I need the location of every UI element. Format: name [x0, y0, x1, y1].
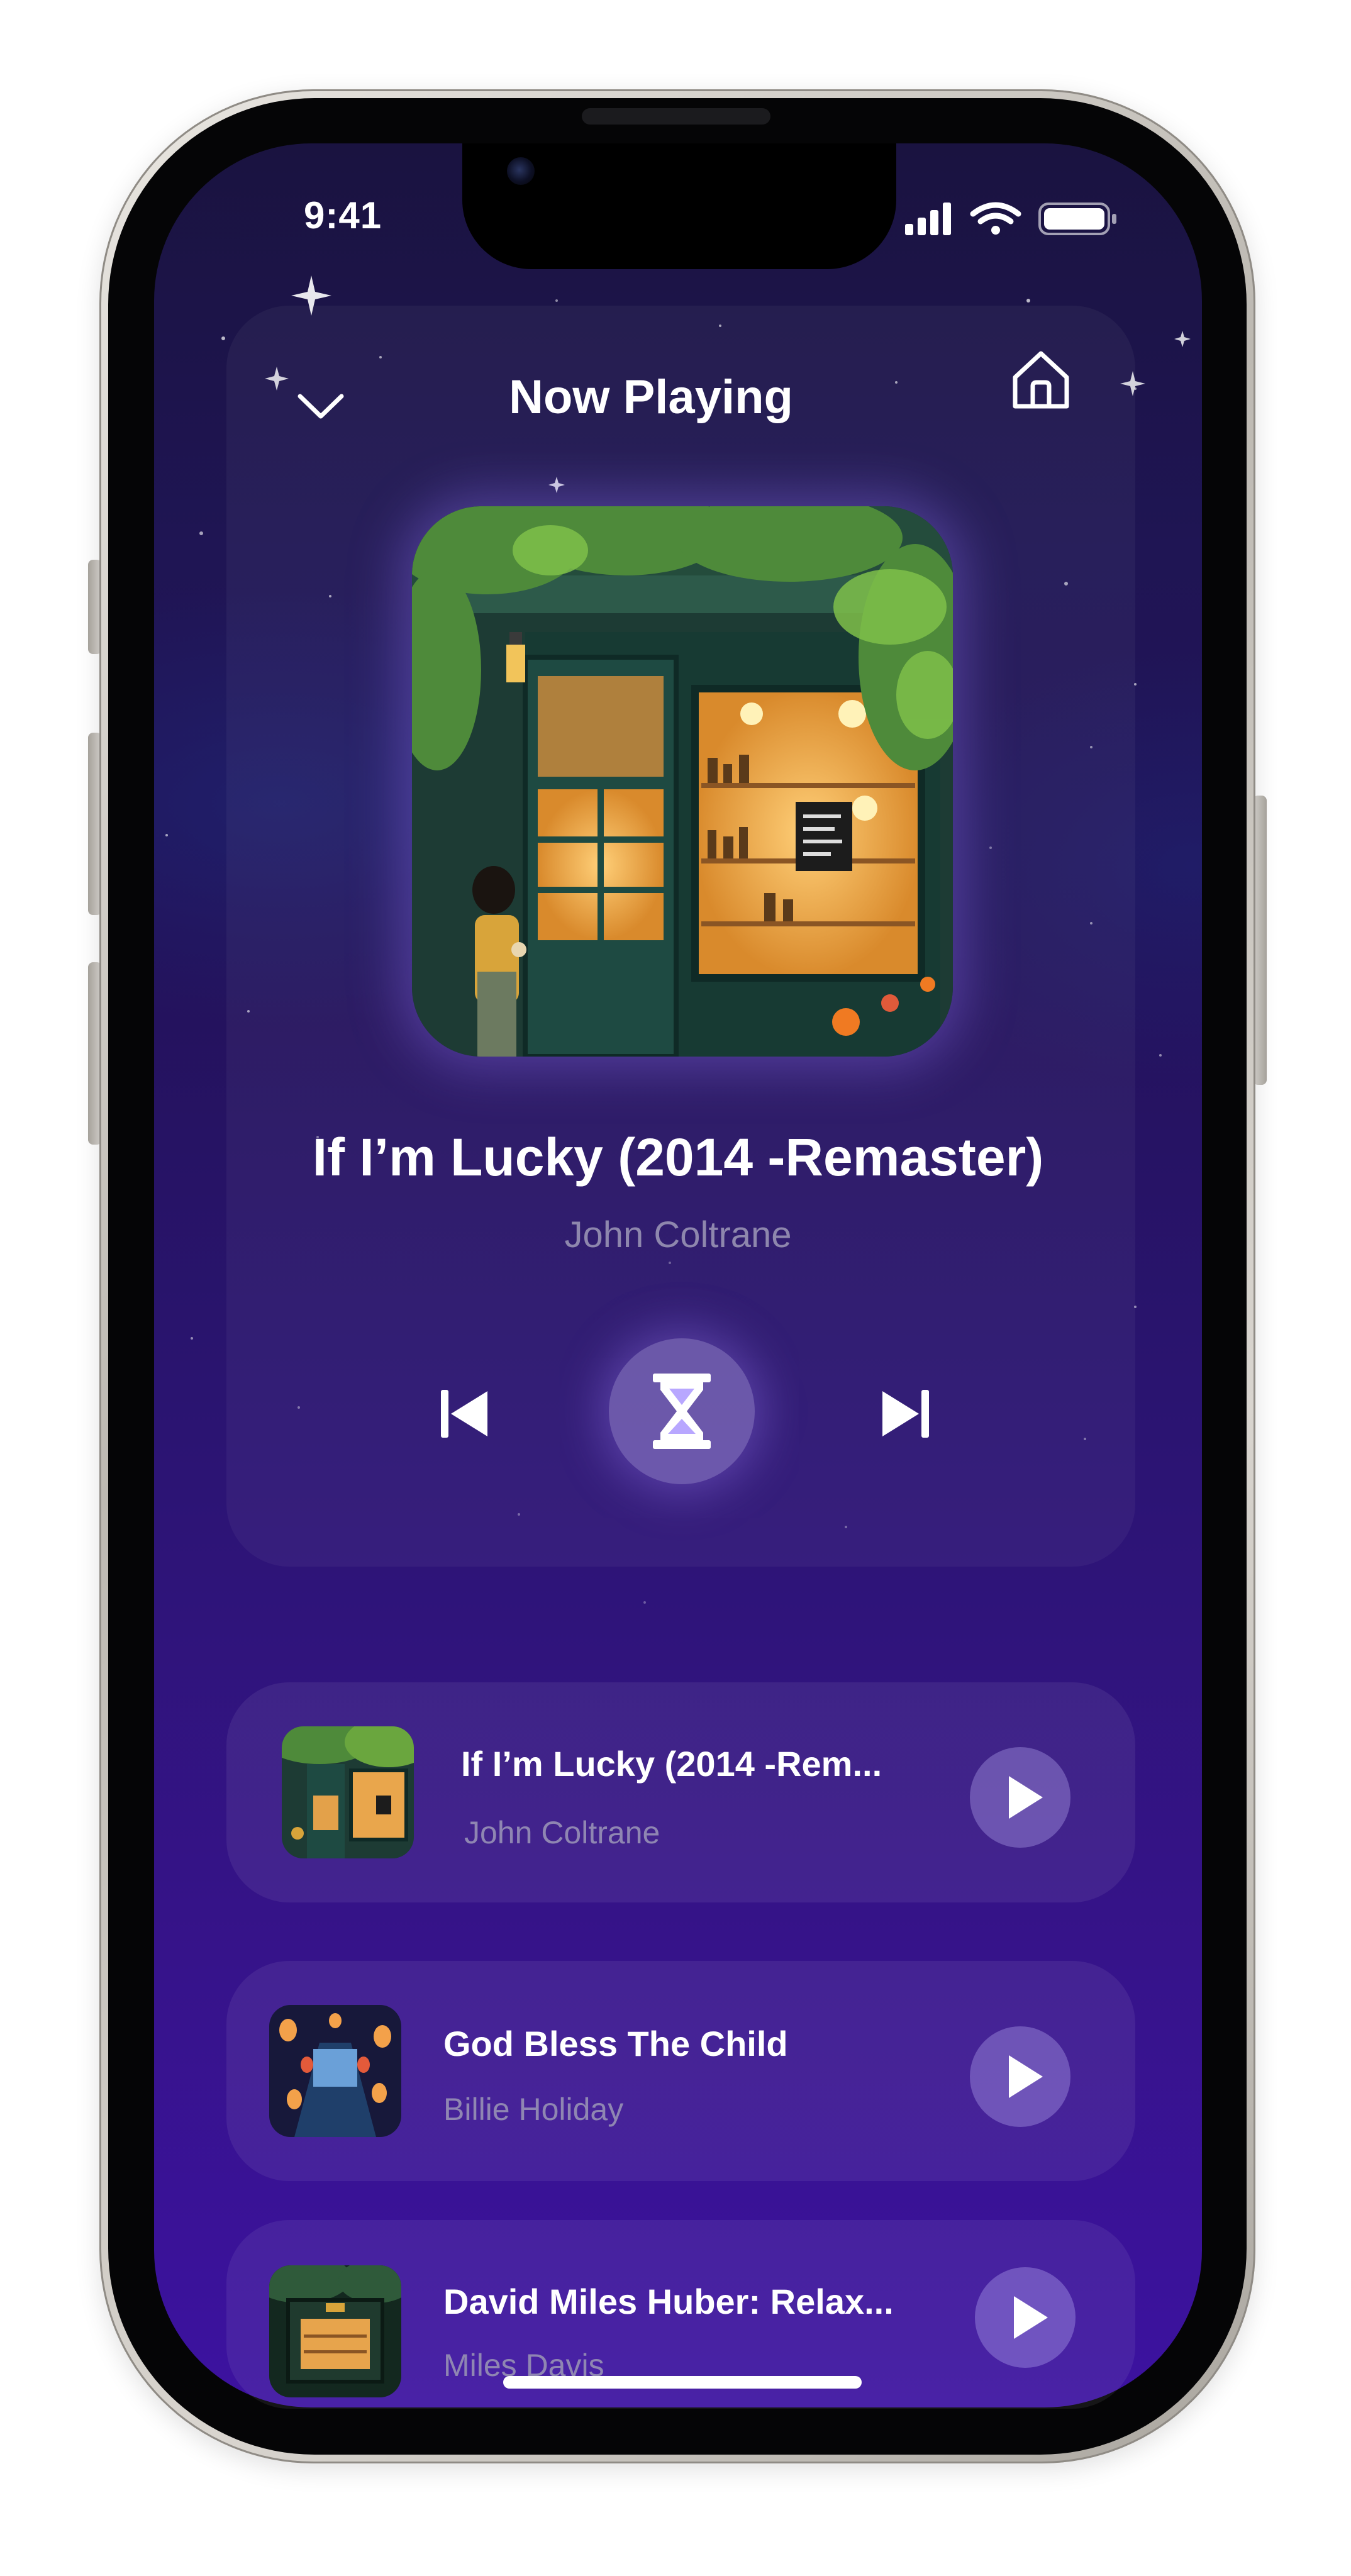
- page-title: Now Playing: [509, 370, 793, 424]
- queue-item-artist: Billie Holiday: [443, 2092, 624, 2127]
- status-icons: [903, 200, 1129, 238]
- front-camera: [507, 157, 535, 185]
- hourglass-icon: [653, 1374, 711, 1449]
- night-shop-thumbnail: [269, 2265, 401, 2397]
- queue-item-title: If I’m Lucky (2014 -Rem...: [461, 1744, 882, 1784]
- play-pause-button[interactable]: [609, 1338, 755, 1484]
- cellular-signal-icon: [905, 203, 951, 235]
- album-artwork: [412, 506, 953, 1057]
- lantern-street-thumbnail: [269, 2005, 401, 2137]
- track-thumbnail: [269, 2005, 401, 2137]
- home-icon: [1013, 351, 1069, 409]
- queue-item-title: God Bless The Child: [443, 2024, 788, 2063]
- cafe-storefront-thumbnail: [282, 1726, 414, 1858]
- queue-play-button[interactable]: [975, 2267, 1076, 2368]
- play-icon: [1014, 2296, 1048, 2339]
- play-icon: [1009, 2055, 1043, 2098]
- status-time: 9:41: [304, 194, 382, 236]
- track-artist: John Coltrane: [564, 1214, 792, 1255]
- queue-play-button[interactable]: [970, 1747, 1070, 1848]
- cafe-storefront-illustration: [412, 506, 953, 1057]
- home-indicator[interactable]: [503, 2376, 862, 2389]
- battery-icon: [1038, 203, 1116, 235]
- track-thumbnail: [269, 2265, 401, 2397]
- previous-button[interactable]: [436, 1382, 492, 1445]
- track-title: If I’m Lucky (2014 -Remaster): [312, 1128, 1044, 1187]
- queue-item-artist: John Coltrane: [464, 1815, 660, 1850]
- chevron-down-icon: [297, 394, 344, 419]
- earpiece-speaker: [582, 108, 770, 125]
- queue-play-button[interactable]: [970, 2026, 1070, 2127]
- screen-bottom-edge: [154, 2407, 1202, 2483]
- next-button[interactable]: [877, 1382, 934, 1445]
- skip-previous-icon: [441, 1390, 487, 1438]
- queue-item-title: David Miles Huber: Relax...: [443, 2282, 894, 2321]
- skip-next-icon: [882, 1390, 929, 1438]
- wifi-icon: [970, 202, 1021, 235]
- home-button[interactable]: [1006, 345, 1076, 414]
- track-thumbnail: [282, 1726, 414, 1858]
- collapse-button[interactable]: [292, 384, 349, 428]
- play-icon: [1009, 1776, 1043, 1819]
